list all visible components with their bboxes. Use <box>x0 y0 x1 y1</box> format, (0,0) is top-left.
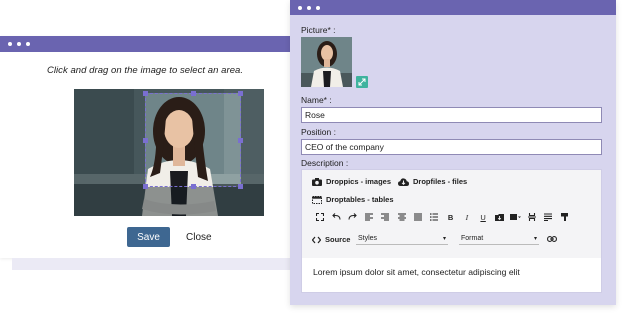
picture-thumbnail[interactable] <box>301 37 352 87</box>
bullet-list-icon[interactable] <box>426 211 442 223</box>
crop-handle[interactable] <box>143 91 148 96</box>
format-select-value: Format <box>461 235 484 242</box>
align-justify-icon[interactable] <box>410 211 426 223</box>
undo-icon[interactable] <box>328 211 344 223</box>
window-dot-icon <box>307 5 311 10</box>
editor-content[interactable]: Lorem ipsum dolor sit amet, consectetur … <box>313 267 520 277</box>
align-right-icon[interactable] <box>377 211 393 223</box>
droppics-button[interactable]: Droppics - images <box>312 177 391 186</box>
format-select[interactable]: Format ▾ <box>459 233 539 245</box>
droptables-button[interactable]: Droptables - tables <box>312 195 394 204</box>
expand-icon[interactable] <box>356 76 368 88</box>
crop-handle[interactable] <box>143 184 148 189</box>
bold-icon[interactable]: B <box>442 211 458 223</box>
crop-handle[interactable] <box>191 184 196 189</box>
align-left-icon[interactable] <box>361 211 377 223</box>
crop-mask <box>145 187 241 216</box>
source-button[interactable]: Source <box>312 235 350 244</box>
crop-image[interactable] <box>74 89 264 216</box>
crop-handle[interactable] <box>143 138 148 143</box>
fullscreen-icon[interactable] <box>312 211 328 223</box>
name-label: Name* : <box>301 95 332 105</box>
styles-select-value: Styles <box>358 235 378 242</box>
paragraph-icon[interactable] <box>540 211 556 223</box>
crop-instructions: Click and drag on the image to select an… <box>46 65 244 76</box>
picture-label: Picture* : <box>301 25 336 35</box>
close-button[interactable]: Close <box>186 232 212 243</box>
description-editor[interactable]: Droppics - images Dropfiles - files Drop… <box>301 169 602 293</box>
window-dot-icon <box>17 42 21 46</box>
position-label: Position : <box>301 127 336 137</box>
form-window: Picture* : Name* : Rose Position : CEO o… <box>290 0 616 305</box>
crop-handle[interactable] <box>238 91 243 96</box>
link-icon[interactable] <box>544 233 560 245</box>
portrait-thumbnail <box>301 37 352 87</box>
crop-handle[interactable] <box>191 91 196 96</box>
chevron-down-icon: ▾ <box>533 236 537 242</box>
source-label: Source <box>325 235 351 244</box>
window-dot-icon <box>298 5 302 10</box>
image-icon[interactable] <box>491 211 507 223</box>
styles-select[interactable]: Styles ▾ <box>356 233 448 245</box>
form-titlebar <box>290 0 616 15</box>
description-label: Description : <box>301 158 349 168</box>
media-dropdown-icon[interactable] <box>508 211 524 223</box>
position-field[interactable]: CEO of the company <box>301 139 602 155</box>
formatting-toolbar: B I U <box>312 211 573 223</box>
crop-mask <box>74 89 145 216</box>
italic-icon[interactable]: I <box>459 211 475 223</box>
droptables-label: Droptables - tables <box>326 195 394 204</box>
underline-icon[interactable]: U <box>475 211 491 223</box>
align-center-icon[interactable] <box>393 211 409 223</box>
chevron-down-icon: ▾ <box>442 236 446 242</box>
droppics-label: Droppics - images <box>326 177 392 186</box>
name-field[interactable]: Rose <box>301 107 602 123</box>
cloud-download-icon <box>398 177 409 186</box>
crop-mask <box>241 89 264 216</box>
page-break-icon[interactable] <box>524 211 540 223</box>
dropfiles-label: Dropfiles - files <box>413 177 468 186</box>
camera-icon <box>312 177 322 186</box>
window-dot-icon <box>8 42 12 46</box>
redo-icon[interactable] <box>345 211 361 223</box>
editor-toolbar: Droppics - images Dropfiles - files Drop… <box>302 170 601 258</box>
table-icon <box>312 195 322 204</box>
crop-handle[interactable] <box>238 138 243 143</box>
dropfiles-button[interactable]: Dropfiles - files <box>398 177 467 186</box>
save-button[interactable]: Save <box>127 227 170 247</box>
crop-dialog-window: Click and drag on the image to select an… <box>0 36 290 258</box>
format-painter-icon[interactable] <box>556 211 572 223</box>
crop-dialog-titlebar <box>0 36 290 52</box>
crop-handle[interactable] <box>238 184 243 189</box>
code-icon <box>312 236 321 244</box>
background-window-strip <box>12 258 292 270</box>
crop-actions: Save Close <box>127 227 212 247</box>
window-dot-icon <box>316 5 320 10</box>
window-dot-icon <box>26 42 30 46</box>
crop-selection[interactable] <box>143 91 243 189</box>
